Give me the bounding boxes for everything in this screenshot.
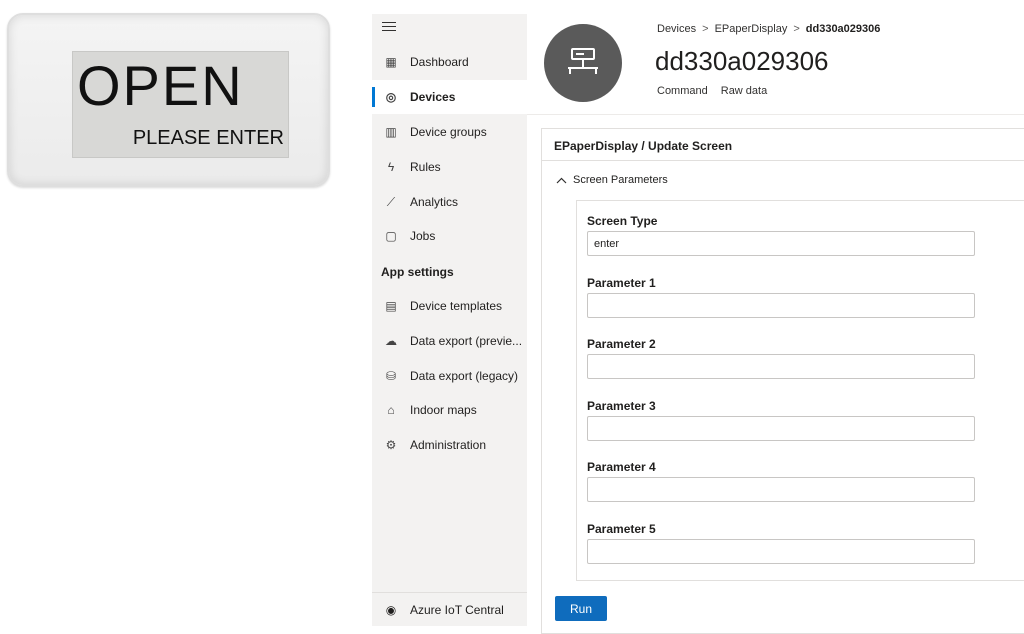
breadcrumb: Devices > EPaperDisplay > dd330a029306	[657, 23, 880, 35]
sidebar-item-data-export-preview[interactable]: ☁ Data export (previe...	[372, 324, 527, 358]
parameter-1-label: Parameter 1	[587, 276, 656, 290]
sidebar-footer-azure-iot-central[interactable]: ◉ Azure IoT Central	[372, 592, 527, 626]
screen-type-label: Screen Type	[587, 214, 658, 228]
breadcrumb-template[interactable]: EPaperDisplay	[715, 23, 788, 35]
device-network-icon	[568, 48, 598, 74]
sidebar-item-label: Dashboard	[410, 55, 469, 69]
command-panel: EPaperDisplay / Update Screen Screen Par…	[541, 128, 1024, 634]
parameter-4-label: Parameter 4	[587, 460, 656, 474]
parameter-3-input[interactable]	[587, 416, 975, 441]
command-title: EPaperDisplay / Update Screen	[554, 139, 733, 153]
sidebar-item-label: Data export (legacy)	[410, 369, 519, 383]
sidebar-item-label: Device groups	[410, 125, 487, 139]
breadcrumb-devices[interactable]: Devices	[657, 23, 696, 35]
dashboard-icon: ▦	[385, 55, 397, 69]
hamburger-menu-icon[interactable]	[382, 22, 396, 34]
jobs-icon: ▢	[385, 229, 397, 243]
indoor-maps-icon: ⌂	[387, 403, 395, 417]
sidebar-item-label: Jobs	[410, 229, 436, 243]
administration-icon: ⚙	[385, 438, 397, 452]
sidebar-item-data-export-legacy[interactable]: ⛁ Data export (legacy)	[372, 359, 527, 393]
azure-iot-central-icon: ◉	[385, 602, 397, 617]
sidebar-item-dashboard[interactable]: ▦ Dashboard	[372, 45, 527, 79]
sidebar-item-label: Administration	[410, 438, 487, 452]
run-button[interactable]: Run	[555, 596, 607, 621]
epaper-line-1: OPEN	[77, 54, 244, 117]
sidebar-item-device-groups[interactable]: ▥ Device groups	[372, 115, 527, 149]
sidebar-item-label: Device templates	[410, 299, 503, 313]
device-groups-icon: ▥	[385, 125, 397, 139]
sidebar-footer-label: Azure IoT Central	[410, 602, 504, 617]
header-divider	[527, 114, 1024, 115]
chevron-up-icon	[556, 177, 567, 183]
data-export-preview-icon: ☁	[385, 334, 397, 348]
epaper-screen: OPEN PLEASE ENTER	[72, 51, 289, 158]
rules-icon: ϟ	[387, 160, 395, 174]
breadcrumb-current: dd330a029306	[805, 23, 881, 35]
sidebar-item-label: Analytics	[410, 195, 459, 209]
app-settings-heading: App settings	[381, 265, 454, 279]
page-title: dd330a029306	[655, 46, 829, 76]
tab-raw-data[interactable]: Raw data	[721, 85, 767, 97]
parameter-3-label: Parameter 3	[587, 399, 656, 413]
parameter-1-input[interactable]	[587, 293, 975, 318]
screen-parameters-group: Screen Type Parameter 1 Parameter 2 Para…	[576, 200, 1024, 581]
sidebar-item-label: Data export (previe...	[410, 334, 523, 348]
screenshot-root: OPEN PLEASE ENTER ▦ Dashboard ◎ Devices …	[0, 0, 1024, 634]
chevron-right-icon: >	[702, 23, 709, 35]
chevron-right-icon: >	[793, 23, 800, 35]
device-avatar	[544, 24, 622, 102]
section-label: Screen Parameters	[573, 174, 668, 186]
screen-type-input[interactable]	[587, 231, 975, 256]
sidebar-item-device-templates[interactable]: ▤ Device templates	[372, 289, 527, 323]
epaper-device-photo: OPEN PLEASE ENTER	[7, 13, 330, 187]
header-tabs: Command Raw data	[657, 85, 767, 97]
sidebar: ▦ Dashboard ◎ Devices ▥ Device groups ϟ …	[372, 14, 527, 626]
sidebar-item-rules[interactable]: ϟ Rules	[372, 150, 527, 184]
sidebar-item-indoor-maps[interactable]: ⌂ Indoor maps	[372, 393, 527, 427]
parameter-2-input[interactable]	[587, 354, 975, 379]
data-export-legacy-icon: ⛁	[385, 369, 397, 383]
sidebar-item-jobs[interactable]: ▢ Jobs	[372, 219, 527, 253]
parameter-2-label: Parameter 2	[587, 337, 656, 351]
device-templates-icon: ▤	[385, 299, 397, 313]
panel-divider	[542, 160, 1024, 161]
analytics-icon: ⟋	[386, 194, 396, 209]
sidebar-item-devices[interactable]: ◎ Devices	[372, 80, 527, 114]
sidebar-item-label: Indoor maps	[410, 403, 477, 417]
sidebar-item-label: Rules	[410, 160, 441, 174]
sidebar-item-label: Devices	[410, 90, 456, 104]
parameter-4-input[interactable]	[587, 477, 975, 502]
parameter-5-label: Parameter 5	[587, 522, 656, 536]
parameter-5-input[interactable]	[587, 539, 975, 564]
screen-parameters-toggle[interactable]: Screen Parameters	[556, 174, 668, 186]
sidebar-item-administration[interactable]: ⚙ Administration	[372, 428, 527, 462]
epaper-line-2: PLEASE ENTER	[132, 127, 284, 149]
tab-command[interactable]: Command	[657, 85, 708, 97]
sidebar-item-analytics[interactable]: ⟋ Analytics	[372, 185, 527, 219]
devices-icon: ◎	[385, 90, 397, 104]
